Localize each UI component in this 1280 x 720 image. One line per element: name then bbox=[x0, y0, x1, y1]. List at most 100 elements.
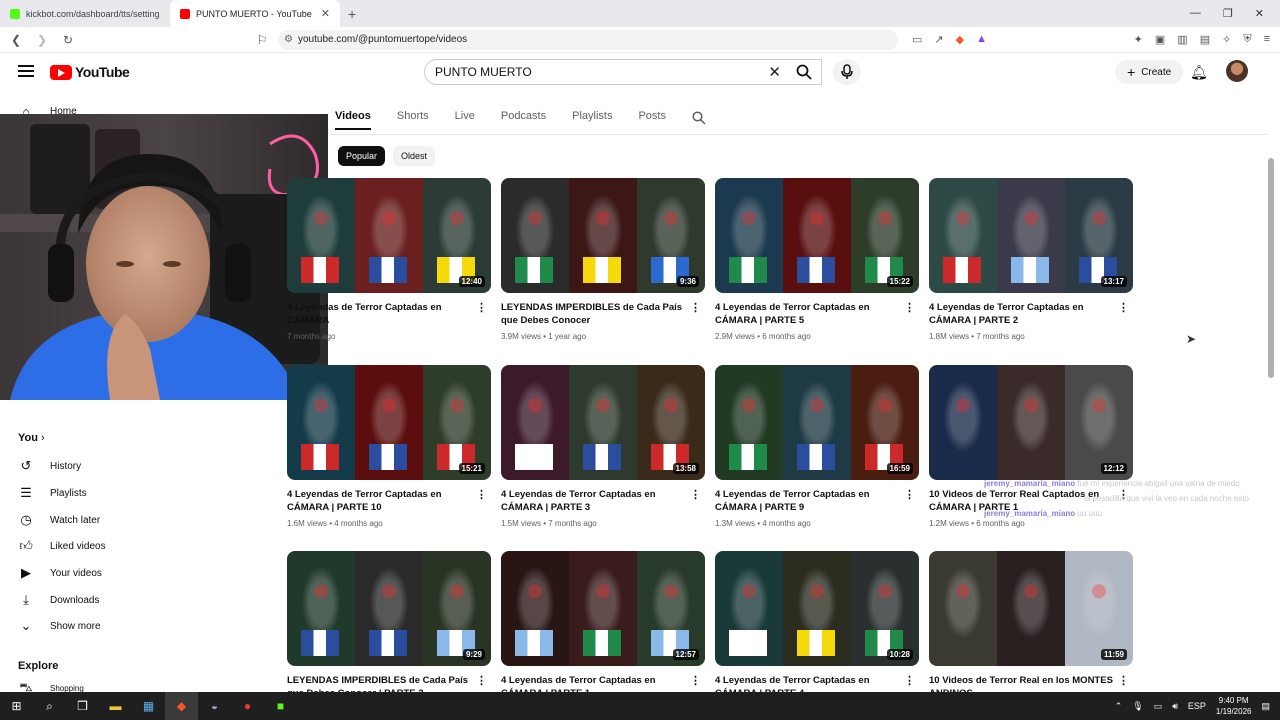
video-thumbnail[interactable]: 15:21 bbox=[287, 365, 491, 480]
tray-mic-icon[interactable]: 🎙︎ bbox=[1132, 701, 1143, 712]
video-thumbnail[interactable]: 11:59 bbox=[929, 551, 1133, 666]
scrollbar-thumb[interactable] bbox=[1268, 158, 1274, 378]
tray-network-icon[interactable]: ▭ bbox=[1154, 701, 1163, 712]
extensions-icon[interactable]: ✦ bbox=[1134, 33, 1143, 46]
notifications-icon[interactable]: ▤ bbox=[1261, 701, 1270, 712]
app-icon[interactable]: ◒ bbox=[198, 692, 231, 720]
channel-search-icon[interactable] bbox=[692, 111, 706, 125]
search-input[interactable]: PUNTO MUERTO ✕ bbox=[424, 59, 822, 85]
tray-chevron-icon[interactable]: ⌃ bbox=[1115, 701, 1123, 712]
task-view-icon[interactable]: ❒ bbox=[66, 692, 99, 720]
leo-ai-icon[interactable]: ✧ bbox=[1222, 33, 1231, 46]
clock[interactable]: 9:40 PM 1/19/2026 bbox=[1216, 695, 1252, 717]
video-thumbnail[interactable]: 16:59 bbox=[715, 365, 919, 480]
file-explorer-icon[interactable]: ▬ bbox=[99, 692, 132, 720]
brave-browser-icon[interactable]: ◆ bbox=[165, 692, 198, 720]
video-title[interactable]: LEYENDAS IMPERDIBLES de Cada País que De… bbox=[501, 301, 705, 328]
more-actions-icon[interactable]: ⋮ bbox=[904, 301, 915, 314]
tab-videos[interactable]: Videos bbox=[335, 110, 371, 130]
wallet-icon[interactable]: ▤ bbox=[1200, 33, 1210, 46]
create-button[interactable]: + Create bbox=[1115, 60, 1184, 84]
video-card[interactable]: 10:284 Leyendas de Terror Captadas en CÁ… bbox=[715, 551, 919, 705]
sidebar-item-history[interactable]: ↺ History bbox=[18, 458, 82, 474]
video-card[interactable]: 12:40 4 Leyendas de Terror Captadas en CÁ… bbox=[287, 178, 491, 341]
sidebar-toggle-icon[interactable]: ▥ bbox=[1177, 33, 1187, 46]
vpn-icon[interactable]: ⛨ bbox=[1243, 33, 1251, 46]
sidebar-item-downloads[interactable]: ⤓ Downloads bbox=[18, 592, 99, 608]
more-actions-icon[interactable]: ⋮ bbox=[476, 301, 487, 314]
video-card[interactable]: 15:21 4 Leyendas de Terror Captadas en CÁ… bbox=[287, 365, 491, 528]
guide-menu-icon[interactable] bbox=[18, 65, 34, 77]
video-card[interactable]: 13:58 4 Leyendas de Terror Captadas en CÁ… bbox=[501, 365, 705, 528]
language-indicator[interactable]: ESP bbox=[1188, 701, 1206, 711]
video-title[interactable]: 4 Leyendas de Terror Captadas en CÁMARA … bbox=[715, 488, 919, 515]
video-title[interactable]: 4 Leyendas de Terror Captadas en CÁMARA … bbox=[287, 488, 491, 515]
store-icon[interactable]: ▦ bbox=[132, 692, 165, 720]
restore-icon[interactable]: ❐ bbox=[1223, 7, 1233, 20]
video-thumbnail[interactable]: 12:40 bbox=[287, 178, 491, 293]
forward-icon[interactable]: ❯ bbox=[32, 33, 52, 47]
tab-posts[interactable]: Posts bbox=[638, 110, 666, 130]
sidebar-item-liked-videos[interactable]: 👍︎ Liked videos bbox=[18, 538, 105, 554]
brave-shield-icon[interactable]: ◆ bbox=[956, 33, 964, 46]
chip-oldest[interactable]: Oldest bbox=[393, 146, 436, 166]
tab-shorts[interactable]: Shorts bbox=[397, 110, 429, 130]
video-title[interactable]: 4 Leyendas de Terror Captadas en CÁMARA … bbox=[715, 301, 919, 328]
more-actions-icon[interactable]: ⋮ bbox=[690, 488, 701, 501]
video-thumbnail[interactable]: 12:57 bbox=[501, 551, 705, 666]
share-icon[interactable]: ↗ bbox=[934, 33, 943, 46]
taskbar-search-icon[interactable]: ⌕ bbox=[33, 692, 66, 720]
site-info-icon[interactable]: ⚙ bbox=[284, 34, 293, 45]
page-scrollbar[interactable] bbox=[1267, 150, 1275, 690]
close-tab-icon[interactable]: ✕ bbox=[321, 7, 330, 20]
more-actions-icon[interactable]: ⋮ bbox=[904, 488, 915, 501]
youtube-logo[interactable]: YouTube bbox=[50, 64, 130, 80]
close-window-icon[interactable]: ✕ bbox=[1255, 7, 1264, 20]
video-title[interactable]: 4 Leyendas de Terror Captadas en CÁMARA … bbox=[929, 301, 1133, 328]
video-title[interactable]: 4 Leyendas de Terror Captadas en CÁMARA bbox=[287, 301, 491, 328]
video-thumbnail[interactable]: 13:58 bbox=[501, 365, 705, 480]
video-thumbnail[interactable]: 12:12 bbox=[929, 365, 1133, 480]
video-title[interactable]: 4 Leyendas de Terror Captadas en CÁMARA … bbox=[501, 488, 705, 515]
sidebar-item-watch-later[interactable]: ◷ Watch later bbox=[18, 512, 100, 528]
cast-icon[interactable]: ▭ bbox=[912, 33, 922, 46]
notifications-bell-icon[interactable]: 🔔︎ bbox=[1190, 64, 1208, 81]
video-card[interactable]: 15:22 4 Leyendas de Terror Captadas en CÁ… bbox=[715, 178, 919, 341]
video-card[interactable]: 16:59 4 Leyendas de Terror Captadas en CÁ… bbox=[715, 365, 919, 528]
video-card[interactable]: 9:29LEYENDAS IMPERDIBLES de Cada País qu… bbox=[287, 551, 491, 705]
more-actions-icon[interactable]: ⋮ bbox=[476, 674, 487, 687]
tray-volume-icon[interactable]: 🔊︎ bbox=[1172, 701, 1178, 712]
more-actions-icon[interactable]: ⋮ bbox=[1118, 301, 1129, 314]
video-thumbnail[interactable]: 13:17 bbox=[929, 178, 1133, 293]
more-actions-icon[interactable]: ⋮ bbox=[690, 674, 701, 687]
more-actions-icon[interactable]: ⋮ bbox=[904, 674, 915, 687]
video-thumbnail[interactable]: 10:28 bbox=[715, 551, 919, 666]
clear-search-icon[interactable]: ✕ bbox=[768, 63, 781, 81]
tab-podcasts[interactable]: Podcasts bbox=[501, 110, 546, 130]
new-tab-icon[interactable]: + bbox=[340, 6, 364, 22]
sidebar-item-playlists[interactable]: ☰ Playlists bbox=[18, 485, 87, 501]
video-thumbnail[interactable]: 15:22 bbox=[715, 178, 919, 293]
more-actions-icon[interactable]: ⋮ bbox=[1118, 674, 1129, 687]
sidebar-section-you[interactable]: You › bbox=[18, 432, 45, 444]
search-button[interactable] bbox=[786, 59, 822, 85]
video-card[interactable]: 12:574 Leyendas de Terror Captadas en CÁ… bbox=[501, 551, 705, 705]
more-actions-icon[interactable]: ⋮ bbox=[690, 301, 701, 314]
account-avatar[interactable] bbox=[1226, 60, 1248, 82]
url-field[interactable]: ⚙ youtube.com/@puntomuertope/videos bbox=[278, 29, 898, 50]
sidebar-item-show-more[interactable]: ⌄ Show more bbox=[18, 618, 101, 634]
tab-search-icon[interactable]: ▣ bbox=[1155, 33, 1165, 46]
reload-icon[interactable]: ↻ bbox=[58, 33, 78, 47]
minimize-icon[interactable]: — bbox=[1190, 7, 1201, 20]
obs-icon[interactable]: ● bbox=[231, 692, 264, 720]
video-thumbnail[interactable]: 9:29 bbox=[287, 551, 491, 666]
more-actions-icon[interactable]: ⋮ bbox=[476, 488, 487, 501]
browser-tab-kickbot[interactable]: kickbot.com/dashboard/tts/settings bbox=[0, 0, 170, 27]
video-card[interactable]: 13:17 4 Leyendas de Terror Captadas en CÁ… bbox=[929, 178, 1133, 341]
tab-playlists[interactable]: Playlists bbox=[572, 110, 612, 130]
windows-start-icon[interactable]: ⊞ bbox=[0, 692, 33, 720]
video-thumbnail[interactable]: 9:36 bbox=[501, 178, 705, 293]
chip-popular[interactable]: Popular bbox=[338, 146, 386, 166]
kick-app-icon[interactable]: ■ bbox=[264, 692, 297, 720]
bookmark-icon[interactable]: ⚐ bbox=[252, 33, 272, 47]
